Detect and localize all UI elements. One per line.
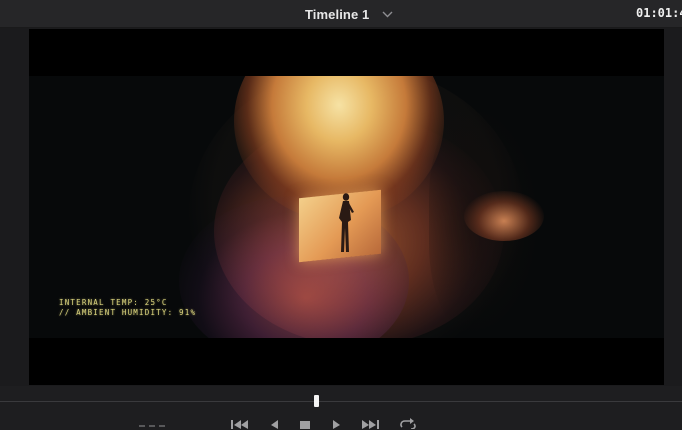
timecode-display: 01:01:4 bbox=[636, 6, 682, 20]
stop-icon[interactable] bbox=[299, 417, 315, 429]
playhead-handle[interactable] bbox=[314, 395, 319, 407]
chevron-down-icon[interactable] bbox=[381, 8, 393, 20]
play-reverse-icon[interactable] bbox=[268, 417, 284, 429]
side-light bbox=[464, 191, 544, 241]
play-icon[interactable] bbox=[331, 417, 347, 429]
video-frame: INTERNAL TEMP: 25°C // AMBIENT HUMIDITY:… bbox=[29, 76, 664, 338]
viewer-header: Timeline 1 01:01:4 bbox=[0, 0, 682, 28]
timeline-selector[interactable]: Timeline 1 bbox=[305, 5, 393, 23]
skip-forward-icon[interactable] bbox=[360, 417, 379, 429]
timeline-title[interactable]: Timeline 1 bbox=[305, 7, 369, 22]
scrubber-track[interactable] bbox=[0, 401, 682, 402]
hud-overlay-text: INTERNAL TEMP: 25°C // AMBIENT HUMIDITY:… bbox=[59, 298, 197, 317]
video-viewer[interactable]: INTERNAL TEMP: 25°C // AMBIENT HUMIDITY:… bbox=[29, 29, 664, 385]
jog-indicator bbox=[137, 420, 167, 430]
skip-back-icon[interactable] bbox=[230, 417, 248, 429]
silhouette-figure bbox=[335, 192, 355, 254]
loop-icon[interactable] bbox=[398, 417, 416, 429]
